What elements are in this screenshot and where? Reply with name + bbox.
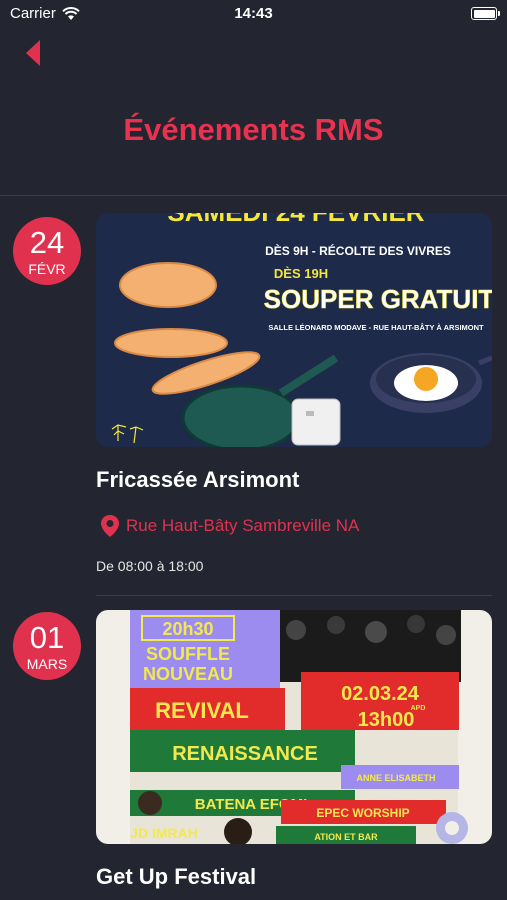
poster-text: EPEC WORSHIP xyxy=(316,806,409,820)
poster-text: SOUPER GRATUIT xyxy=(264,284,492,314)
status-time: 14:43 xyxy=(234,5,273,22)
event-time: De 08:00 à 18:00 xyxy=(96,558,204,574)
poster-text: 13h00 xyxy=(358,709,415,731)
poster-text: ATION ET BAR xyxy=(314,832,378,842)
poster-artwork: SAMEDI 24 FÉVRIER DÈS 9H - RÉCOLTE DES V… xyxy=(96,213,492,447)
event-title: Fricassée Arsimont xyxy=(96,467,300,492)
poster-text: 02.03.24 xyxy=(341,683,420,705)
date-day: 24 xyxy=(29,225,65,260)
poster-text: NOUVEAU xyxy=(143,664,233,684)
poster-artwork: 20h30 SOUFFLE NOUVEAU REVIVAL 02.03.24 A… xyxy=(96,610,492,844)
date-day: 01 xyxy=(29,620,65,655)
event-poster-image[interactable]: SAMEDI 24 FÉVRIER DÈS 9H - RÉCOLTE DES V… xyxy=(96,213,492,447)
date-badge: 01 MARS xyxy=(13,612,81,680)
poster-text: SALLE LÉONARD MODAVE - RUE HAUT-BÂTY À A… xyxy=(268,323,484,332)
poster-text: JD IMRAH xyxy=(130,825,198,841)
event-poster-image[interactable]: 20h30 SOUFFLE NOUVEAU REVIVAL 02.03.24 A… xyxy=(96,610,492,844)
date-badge: 24 FÉVR xyxy=(13,217,81,285)
back-button[interactable] xyxy=(22,38,46,68)
poster-text: RENAISSANCE xyxy=(172,743,318,765)
poster-text: DÈS 9H - RÉCOLTE DES VIVRES xyxy=(265,243,451,258)
event-location[interactable]: Rue Haut-Bâty Sambreville NA xyxy=(100,514,359,538)
location-pin-icon xyxy=(101,515,119,537)
header-divider xyxy=(0,195,507,196)
poster-text: DÈS 19H xyxy=(274,266,328,281)
poster-text: SAMEDI 24 FÉVRIER xyxy=(167,213,424,227)
event-divider xyxy=(96,595,492,596)
back-arrow-icon xyxy=(26,40,40,66)
poster-text: ANNE ELISABETH xyxy=(356,773,435,783)
location-label: Rue Haut-Bâty Sambreville NA xyxy=(126,516,360,535)
date-month: FÉVR xyxy=(28,261,66,277)
date-month: MARS xyxy=(26,656,68,672)
page-title: Événements RMS xyxy=(123,112,384,147)
battery-icon xyxy=(471,7,500,20)
event-title: Get Up Festival xyxy=(96,864,257,889)
poster-text: 20h30 xyxy=(162,619,213,639)
poster-text: REVIVAL xyxy=(155,698,249,723)
status-bar: Carrier 14:43 xyxy=(0,0,507,28)
poster-text: SOUFFLE xyxy=(146,644,230,664)
